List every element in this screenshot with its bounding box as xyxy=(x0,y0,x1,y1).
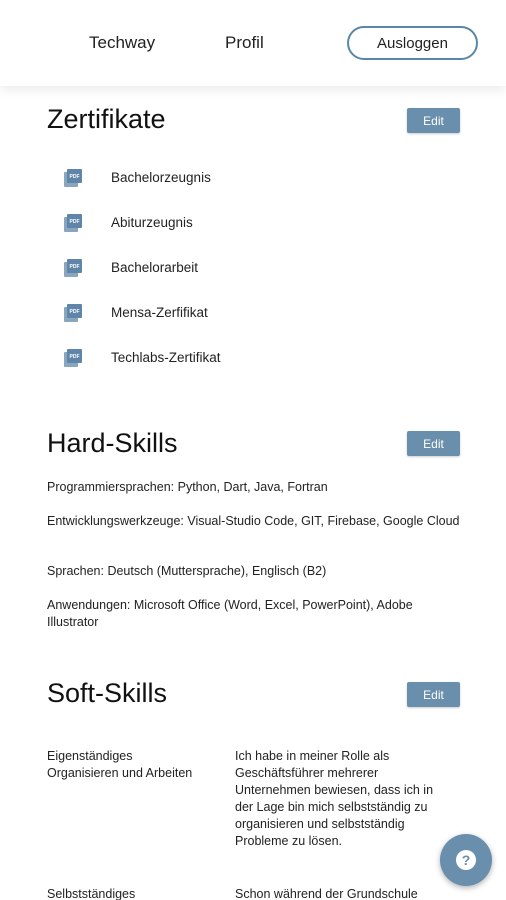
certificate-label: Techlabs-Zertifikat xyxy=(111,350,221,365)
soft-skill-description: Ich habe in meiner Rolle als Geschäftsfü… xyxy=(235,749,434,848)
soft-skill-name: Selbstständiges xyxy=(47,887,136,900)
pdf-icon: PDF xyxy=(64,349,82,367)
hard-skill-line: Sprachen: Deutsch (Muttersprache), Engli… xyxy=(47,564,327,578)
certificate-item[interactable]: PDF Mensa-Zerfifikat xyxy=(63,303,363,325)
svg-text:PDF: PDF xyxy=(70,309,80,315)
svg-text:PDF: PDF xyxy=(70,174,80,180)
hard-skill-line: Anwendungen: Microsoft Office (Word, Exc… xyxy=(47,598,413,629)
nav-link-techway[interactable]: Techway xyxy=(89,33,155,53)
section-title-hard-skills: Hard-Skills xyxy=(47,428,178,458)
soft-skill-name: Eigenständiges Organisieren und Arbeiten xyxy=(47,749,193,780)
certificate-item[interactable]: PDF Bachelorarbeit xyxy=(63,258,363,280)
section-title-zertifikate: Zertifikate xyxy=(47,104,166,134)
svg-text:PDF: PDF xyxy=(70,219,80,225)
pdf-icon: PDF xyxy=(64,214,82,232)
section-title-soft-skills: Soft-Skills xyxy=(47,678,168,708)
edit-hard-skills-button[interactable]: Edit xyxy=(407,431,460,456)
certificate-label: Abiturzeugnis xyxy=(111,215,193,230)
certificate-item[interactable]: PDF Abiturzeugnis xyxy=(63,213,363,235)
soft-skill-description: Schon während der Grundschule xyxy=(235,887,418,900)
question-icon: ? xyxy=(456,850,476,870)
nav-link-profil[interactable]: Profil xyxy=(225,33,264,53)
edit-zertifikate-button[interactable]: Edit xyxy=(407,108,460,133)
logout-button[interactable]: Ausloggen xyxy=(347,26,478,60)
svg-text:PDF: PDF xyxy=(70,264,80,270)
certificate-item[interactable]: PDF Bachelorzeugnis xyxy=(63,168,363,190)
certificate-label: Bachelorzeugnis xyxy=(111,170,211,185)
certificate-label: Mensa-Zerfifikat xyxy=(111,305,208,320)
help-button[interactable]: ? xyxy=(440,834,492,886)
top-navigation-bar: Techway Profil Ausloggen xyxy=(0,0,506,86)
pdf-icon: PDF xyxy=(64,304,82,322)
hard-skill-line: Programmiersprachen: Python, Dart, Java,… xyxy=(47,480,328,494)
pdf-icon: PDF xyxy=(64,169,82,187)
pdf-icon: PDF xyxy=(64,259,82,277)
hard-skill-line: Entwicklungswerkzeuge: Visual-Studio Cod… xyxy=(47,514,460,528)
certificate-item[interactable]: PDF Techlabs-Zertifikat xyxy=(63,348,363,370)
edit-soft-skills-button[interactable]: Edit xyxy=(407,682,460,707)
svg-text:PDF: PDF xyxy=(70,354,80,360)
certificate-label: Bachelorarbeit xyxy=(111,260,199,275)
